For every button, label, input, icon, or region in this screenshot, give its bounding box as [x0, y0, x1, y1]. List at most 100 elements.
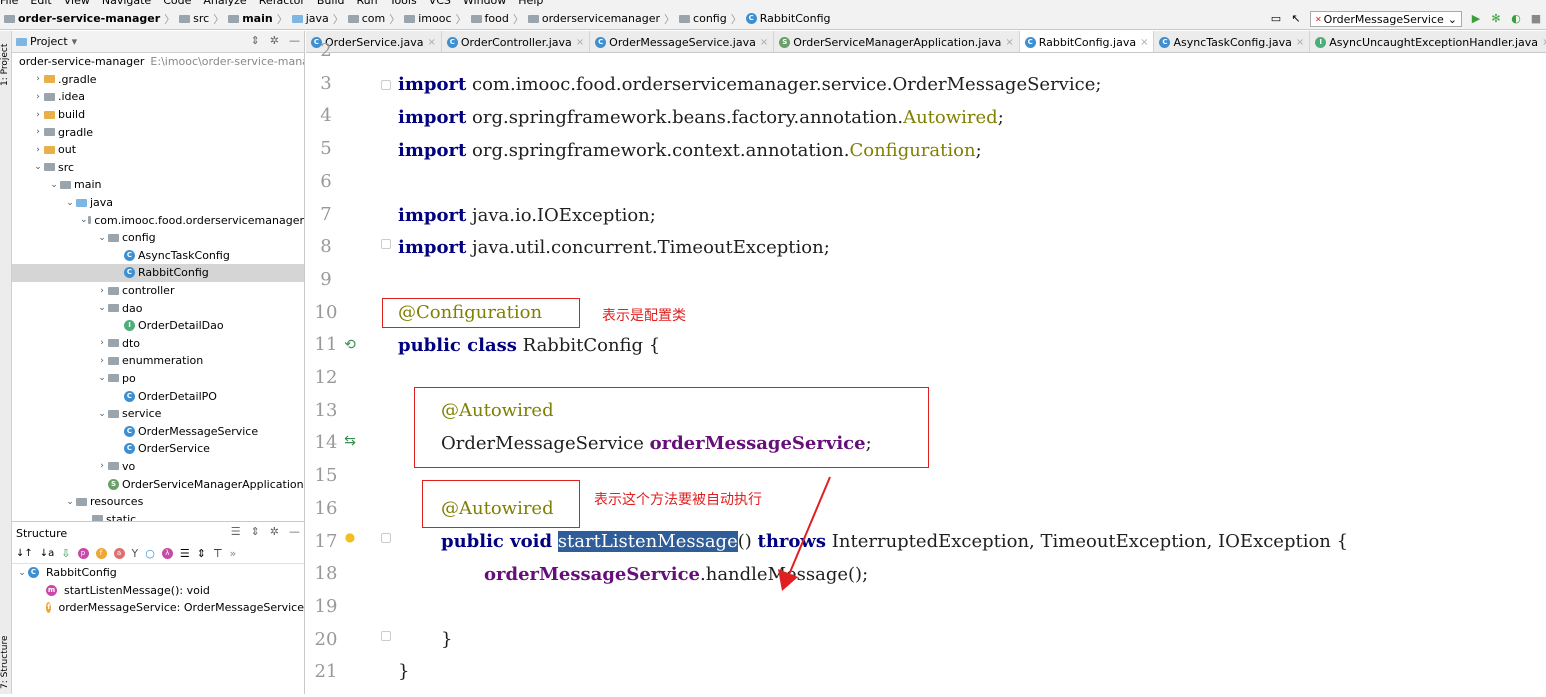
tree-item[interactable]: ⌄ dao — [12, 299, 304, 317]
breadcrumb-item[interactable]: order-service-manager 〉 — [4, 11, 175, 27]
tree-item[interactable]: C OrderService — [12, 440, 304, 458]
breadcrumb-item[interactable]: imooc 〉 — [404, 11, 467, 27]
chevron-right-icon[interactable]: › — [96, 356, 108, 366]
debug-icon[interactable]: ✻ — [1490, 13, 1502, 25]
tree-item[interactable]: › dto — [12, 335, 304, 353]
chevron-right-icon[interactable]: › — [32, 110, 44, 120]
editor-tab[interactable]: IAsyncUncaughtExceptionHandler.java× — [1310, 31, 1546, 52]
close-icon[interactable]: × — [576, 37, 584, 48]
chevron-down-icon[interactable]: ⌄ — [32, 162, 44, 172]
tree-item[interactable]: I OrderDetailDao — [12, 317, 304, 335]
tree-item[interactable]: › .gradle — [12, 71, 304, 89]
show-properties-icon[interactable]: p — [77, 548, 89, 559]
inherited-icon[interactable]: ⇩ — [61, 547, 70, 560]
menu-item-analyze[interactable]: Analyze — [203, 0, 246, 7]
layout-icon[interactable]: ▭ — [1270, 13, 1282, 25]
chevron-right-icon[interactable]: › — [32, 127, 44, 137]
chevron-down-icon[interactable]: ⌄ — [96, 303, 108, 313]
tree-item[interactable]: C RabbitConfig — [12, 264, 304, 282]
tree-item[interactable]: › out — [12, 141, 304, 159]
close-icon[interactable]: × — [1140, 37, 1148, 48]
tree-item[interactable]: static — [12, 510, 304, 521]
chevron-down-icon[interactable]: ⌄ — [80, 215, 88, 225]
chevron-down-icon[interactable]: ⌄ — [96, 233, 108, 243]
show-non-public-icon[interactable]: a — [113, 548, 125, 559]
breadcrumb-item[interactable]: food 〉 — [470, 11, 524, 27]
breadcrumb-item[interactable]: java 〉 — [291, 11, 344, 27]
breadcrumb-item[interactable]: com 〉 — [347, 11, 400, 27]
show-lambdas-icon[interactable]: λ — [161, 548, 173, 559]
selected-method-name[interactable]: startListenMessage — [557, 531, 738, 552]
menu-item-vcs[interactable]: VCS — [429, 0, 451, 7]
sort-visibility-icon[interactable]: ↓↑ — [16, 548, 33, 559]
run-config-select[interactable]: ✕ OrderMessageService ⌄ — [1309, 11, 1462, 27]
chevron-right-icon[interactable]: › — [32, 145, 44, 155]
tree-item[interactable]: C AsyncTaskConfig — [12, 247, 304, 265]
filter-icon[interactable]: Y — [132, 547, 139, 560]
close-icon[interactable]: × — [760, 37, 768, 48]
tree-item[interactable]: › controller — [12, 282, 304, 300]
chevron-down-icon[interactable]: ⌄ — [96, 409, 108, 419]
collapse-all-icon[interactable]: ⇕ — [251, 34, 260, 47]
editor-tab[interactable]: S OrderServiceManagerApplication.java × — [774, 31, 1020, 52]
structure-tool-button[interactable]: 7: Structure — [0, 627, 12, 697]
structure-item[interactable]: m startListenMessage(): void — [12, 582, 304, 600]
project-tool-button[interactable]: 1: Project — [0, 35, 12, 95]
stop-icon[interactable]: ■ — [1530, 13, 1542, 25]
menu-item-refactor[interactable]: Refactor — [259, 0, 305, 7]
minimize-icon[interactable]: — — [289, 525, 300, 538]
tree-item[interactable]: C OrderMessageService — [12, 422, 304, 440]
chevron-down-icon[interactable]: ⌄ — [64, 497, 76, 507]
menu-item-view[interactable]: View — [64, 0, 90, 7]
show-fields-icon[interactable]: f — [95, 548, 107, 559]
collapse-icon[interactable]: ⇕ — [197, 547, 206, 560]
tree-item[interactable]: ⌄ java — [12, 194, 304, 212]
breadcrumb-item[interactable]: main 〉 — [228, 11, 288, 27]
menu-item-navigate[interactable]: Navigate — [102, 0, 151, 7]
menu-item-help[interactable]: Help — [518, 0, 543, 7]
close-icon[interactable]: × — [1542, 37, 1546, 48]
chevron-right-icon[interactable]: › — [96, 286, 108, 296]
breadcrumb-item[interactable]: orderservicemanager 〉 — [527, 11, 675, 27]
menu-item-window[interactable]: Window — [463, 0, 506, 7]
breadcrumb-item[interactable]: C RabbitConfig — [745, 12, 831, 25]
tree-item[interactable]: ⌄ main — [12, 176, 304, 194]
tree-item[interactable]: › .idea — [12, 88, 304, 106]
breadcrumb-item[interactable]: src 〉 — [179, 11, 224, 27]
expand-icon[interactable]: ☰ — [180, 547, 190, 560]
close-icon[interactable]: × — [1296, 37, 1304, 48]
autoscroll-icon[interactable]: ⊤ — [213, 547, 223, 560]
chevron-down-icon[interactable]: ⌄ — [64, 198, 76, 208]
editor-tab[interactable]: C OrderMessageService.java × — [590, 31, 775, 52]
show-anonymous-icon[interactable]: ○ — [145, 547, 155, 560]
tree-item[interactable]: ⌄ resources — [12, 493, 304, 511]
sort-alpha-icon[interactable]: ↓a — [40, 548, 55, 559]
chevron-down-icon[interactable]: ⌄ — [16, 568, 28, 578]
chevron-right-icon[interactable]: › — [32, 92, 44, 102]
run-icon[interactable]: ▶ — [1470, 13, 1482, 25]
tree-item[interactable]: order-service-manager E:\imooc\order-serv… — [12, 53, 304, 71]
chevron-down-icon[interactable]: ⌄ — [96, 373, 108, 383]
back-arrow-icon[interactable]: ↖ — [1290, 13, 1302, 25]
tree-item[interactable]: S OrderServiceManagerApplication — [12, 475, 304, 493]
project-panel-title[interactable]: Project — [30, 35, 68, 48]
tree-item[interactable]: ⌄ src — [12, 159, 304, 177]
structure-item[interactable]: f orderMessageService: OrderMessageServic… — [12, 599, 304, 617]
coverage-icon[interactable]: ◐ — [1510, 13, 1522, 25]
menu-item-build[interactable]: Build — [317, 0, 345, 7]
close-icon[interactable]: × — [427, 37, 435, 48]
tree-item[interactable]: ⌄ config — [12, 229, 304, 247]
chevron-right-icon[interactable]: › — [96, 461, 108, 471]
tree-item[interactable]: ⌄ com.imooc.food.orderservicemanager — [12, 211, 304, 229]
collapse-all-icon[interactable]: ⇕ — [251, 525, 260, 538]
tree-item[interactable]: › build — [12, 106, 304, 124]
tree-item[interactable]: › enummeration — [12, 352, 304, 370]
close-icon[interactable]: × — [1005, 37, 1013, 48]
tree-item[interactable]: ⌄ po — [12, 370, 304, 388]
gear-icon[interactable]: ✲ — [270, 34, 279, 47]
editor-tab[interactable]: C OrderController.java × — [442, 31, 591, 52]
menu-item-tools[interactable]: Tools — [390, 0, 417, 7]
tree-item[interactable]: ⌄ service — [12, 405, 304, 423]
structure-item[interactable]: ⌄ C RabbitConfig — [12, 564, 304, 582]
menu-item-run[interactable]: Run — [357, 0, 378, 7]
